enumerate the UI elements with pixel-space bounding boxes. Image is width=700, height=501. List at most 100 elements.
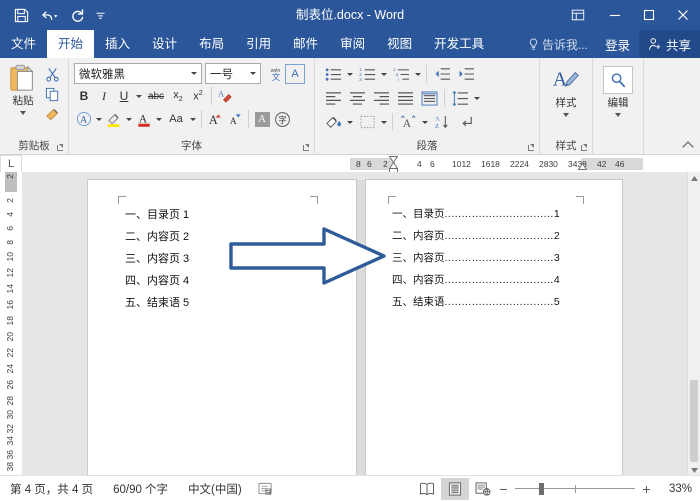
asian-layout-icon[interactable]: A	[396, 112, 420, 132]
tab-review[interactable]: 审阅	[329, 30, 376, 58]
document-area[interactable]: 2 2 4 6 8 10 12 14 16 18 20 22 24 26 28 …	[0, 172, 700, 476]
paste-button[interactable]: 粘贴	[4, 62, 42, 115]
increase-indent-icon[interactable]	[454, 64, 478, 84]
superscript-button[interactable]: x2	[188, 86, 208, 106]
show-marks-icon[interactable]	[454, 112, 478, 132]
underline-button[interactable]: U	[114, 86, 134, 106]
share-button[interactable]: 共享	[639, 30, 700, 58]
text-effects-icon[interactable]: A	[74, 109, 94, 129]
tab-file[interactable]: 文件	[0, 30, 47, 58]
asian-layout-caret[interactable]	[420, 112, 430, 132]
font-size-caret[interactable]	[247, 72, 258, 75]
undo-icon[interactable]	[36, 3, 62, 27]
editing-dropdown-caret[interactable]	[615, 113, 621, 117]
underline-dropdown-caret[interactable]	[134, 86, 144, 106]
customize-qat-icon[interactable]	[92, 3, 108, 27]
italic-button[interactable]: I	[94, 86, 114, 106]
font-color-caret[interactable]	[154, 109, 164, 129]
phonetic-guide-icon[interactable]: wén文	[265, 64, 285, 84]
distribute-icon[interactable]	[417, 88, 441, 108]
highlight-color-icon[interactable]	[104, 109, 124, 129]
styles-button[interactable]: A 样式	[544, 64, 588, 117]
change-case-caret[interactable]	[188, 109, 198, 129]
shading-icon[interactable]	[321, 112, 345, 132]
paste-dropdown-caret[interactable]	[20, 111, 26, 115]
tab-view[interactable]: 视图	[376, 30, 423, 58]
editing-button[interactable]: 编辑	[597, 64, 639, 117]
right-indent-marker[interactable]	[578, 163, 587, 170]
bullets-caret[interactable]	[345, 64, 355, 84]
character-shading-icon[interactable]: A	[252, 109, 272, 129]
font-dialog-launcher[interactable]	[302, 144, 311, 153]
tell-me-box[interactable]: 告诉我...	[520, 36, 596, 53]
align-center-icon[interactable]	[345, 88, 369, 108]
scrollbar-thumb[interactable]	[690, 380, 698, 462]
align-right-icon[interactable]	[369, 88, 393, 108]
clipboard-dialog-launcher[interactable]	[56, 144, 65, 153]
tab-design[interactable]: 设计	[141, 30, 188, 58]
tab-stop-selector[interactable]: L	[0, 155, 22, 173]
shrink-font-icon[interactable]: A	[225, 109, 245, 129]
bullets-icon[interactable]	[321, 64, 345, 84]
text-effects-caret[interactable]	[94, 109, 104, 129]
language-indicator[interactable]: 中文(中国)	[178, 481, 252, 497]
borders-icon[interactable]	[355, 112, 379, 132]
copy-button[interactable]	[42, 84, 62, 104]
multilevel-list-icon[interactable]: 1ai	[389, 64, 413, 84]
font-color-icon[interactable]: A	[134, 109, 154, 129]
borders-caret[interactable]	[379, 112, 389, 132]
tab-mailings[interactable]: 邮件	[282, 30, 329, 58]
justify-icon[interactable]	[393, 88, 417, 108]
font-name-caret[interactable]	[188, 72, 199, 75]
redo-icon[interactable]	[64, 3, 90, 27]
view-web-layout[interactable]	[469, 478, 497, 500]
numbering-caret[interactable]	[379, 64, 389, 84]
sort-icon[interactable]: AZ	[430, 112, 454, 132]
minimize-icon[interactable]	[598, 0, 632, 30]
vertical-scrollbar[interactable]	[687, 172, 700, 476]
tab-references[interactable]: 引用	[235, 30, 282, 58]
font-size-combobox[interactable]: 一号	[205, 63, 261, 84]
styles-dialog-launcher[interactable]	[580, 144, 589, 153]
line-spacing-caret[interactable]	[472, 88, 482, 108]
line-spacing-icon[interactable]	[448, 88, 472, 108]
zoom-out-button[interactable]: −	[497, 483, 510, 495]
view-print-layout[interactable]	[441, 478, 469, 500]
numbering-icon[interactable]: 123	[355, 64, 379, 84]
sign-in-button[interactable]: 登录	[596, 35, 639, 54]
grow-font-icon[interactable]: A	[205, 109, 225, 129]
ribbon-display-icon[interactable]	[558, 0, 598, 30]
zoom-slider-thumb[interactable]	[539, 483, 544, 495]
character-border-icon[interactable]: A	[285, 64, 305, 84]
tab-layout[interactable]: 布局	[188, 30, 235, 58]
change-case-button[interactable]: Aa	[164, 109, 188, 129]
decrease-indent-icon[interactable]	[430, 64, 454, 84]
proofing-errors-icon[interactable]	[252, 482, 279, 496]
format-painter-button[interactable]	[42, 104, 62, 124]
tab-developer[interactable]: 开发工具	[423, 30, 495, 58]
clear-formatting-icon[interactable]: A	[215, 86, 235, 106]
cut-button[interactable]	[42, 64, 62, 84]
align-left-icon[interactable]	[321, 88, 345, 108]
right-arrow-shape[interactable]	[228, 226, 388, 286]
zoom-slider[interactable]	[515, 483, 635, 495]
maximize-icon[interactable]	[632, 0, 666, 30]
multilevel-caret[interactable]	[413, 64, 423, 84]
save-icon[interactable]	[8, 3, 34, 27]
zoom-percentage[interactable]: 33%	[658, 483, 692, 495]
enclose-character-icon[interactable]: 字	[272, 109, 292, 129]
shading-caret[interactable]	[345, 112, 355, 132]
paragraph-dialog-launcher[interactable]	[527, 144, 536, 153]
collapse-ribbon-icon[interactable]	[681, 137, 695, 151]
vertical-ruler[interactable]: 2 2 4 6 8 10 12 14 16 18 20 22 24 26 28 …	[0, 172, 23, 476]
page-indicator[interactable]: 第 4 页，共 4 页	[0, 481, 103, 497]
highlight-caret[interactable]	[124, 109, 134, 129]
font-name-combobox[interactable]: 微软雅黑	[74, 63, 202, 84]
page-right[interactable]: 一、目录页................................1 二…	[366, 180, 622, 476]
strikethrough-button[interactable]: abc	[144, 86, 168, 106]
zoom-in-button[interactable]: +	[640, 483, 653, 495]
tab-insert[interactable]: 插入	[94, 30, 141, 58]
subscript-button[interactable]: x2	[168, 86, 188, 106]
view-read-mode[interactable]	[413, 478, 441, 500]
scroll-up-arrow[interactable]	[688, 172, 700, 184]
